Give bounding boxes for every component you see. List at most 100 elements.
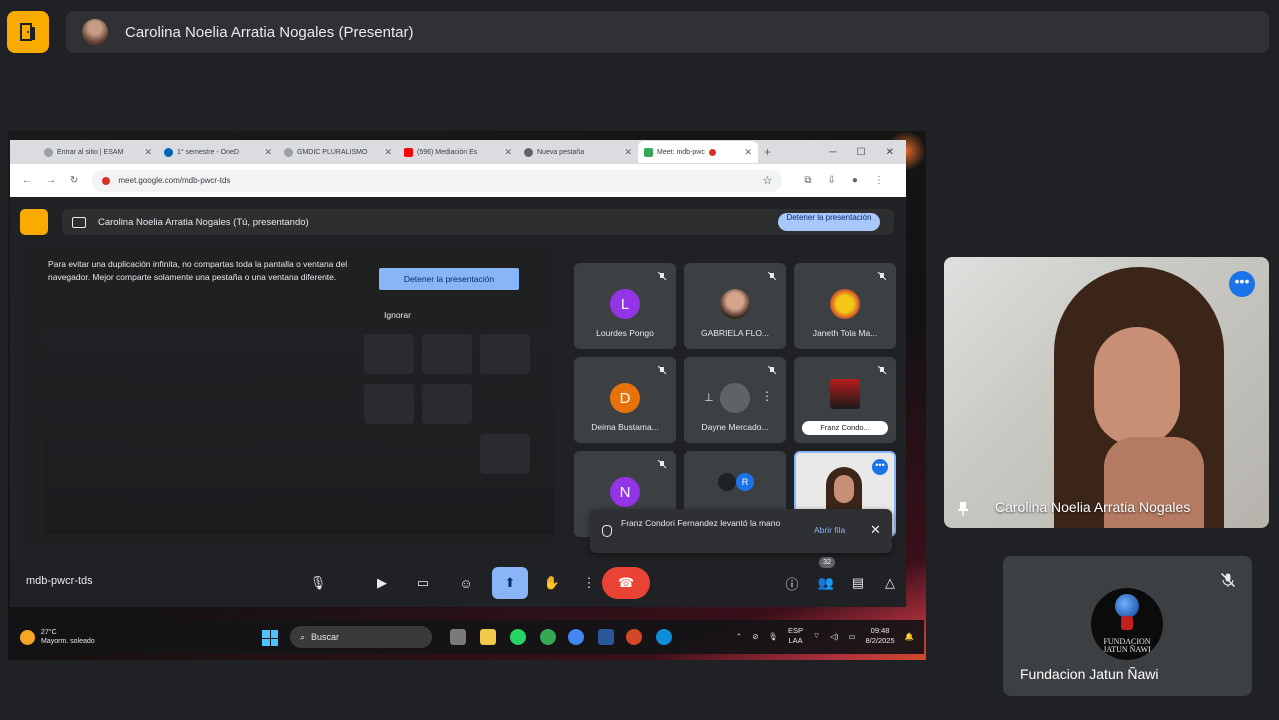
organization-logo: FUNDACION JATUN ÑAWI <box>1091 588 1163 660</box>
chrome-icon[interactable] <box>540 629 556 645</box>
blurred-tile <box>480 434 530 474</box>
close-tab-icon[interactable]: ✕ <box>264 147 272 158</box>
more-options-button[interactable]: ⋮ <box>573 567 605 599</box>
inner-presenter-bar: Carolina Noelia Arratia Nogales (Tú, pre… <box>62 209 894 235</box>
close-icon[interactable]: ✕ <box>870 522 881 538</box>
close-tab-icon[interactable]: ✕ <box>744 147 752 158</box>
wifi-icon[interactable]: ⌔ <box>813 631 820 641</box>
avatar <box>82 19 108 45</box>
camera-button[interactable]: ▶ <box>366 567 398 599</box>
close-window-icon[interactable]: ✕ <box>886 147 894 158</box>
whatsapp-icon[interactable] <box>510 629 526 645</box>
powerpoint-icon[interactable] <box>626 629 642 645</box>
more-options-icon[interactable]: ••• <box>872 459 888 475</box>
clock[interactable]: 09:48 8/2/2025 <box>865 626 894 646</box>
browser-tab[interactable]: Nueva pestaña ✕ <box>518 141 638 163</box>
downloads-icon[interactable]: ⇩ <box>828 175 836 186</box>
chrome-profile-icon[interactable] <box>568 629 584 645</box>
mic-off-icon <box>767 271 777 281</box>
address-bar[interactable]: meet.google.com/mdb-pwcr-tds ☆ <box>92 169 783 192</box>
avatar <box>720 289 750 319</box>
open-queue-link[interactable]: Abrir fila <box>814 525 845 535</box>
duplication-warning-panel: Para evitar una duplicación infinita, no… <box>24 244 554 544</box>
task-view-icon[interactable] <box>450 629 466 645</box>
language-top: ESP <box>788 626 804 635</box>
temperature: 27°C <box>41 629 57 636</box>
site-info-icon[interactable] <box>102 176 111 185</box>
participant-tile[interactable]: Franz Condo... <box>794 357 896 443</box>
close-tab-icon[interactable]: ✕ <box>624 147 632 158</box>
participant-tile[interactable]: Janeth Tola Ma... <box>794 263 896 349</box>
battery-icon[interactable]: ▭ <box>848 632 855 641</box>
participant-tile-organization[interactable]: FUNDACION JATUN ÑAWI Fundacion Jatun Ñaw… <box>1003 556 1252 696</box>
mic-tray-icon[interactable]: 🎙 <box>768 632 778 641</box>
avatar: N <box>610 477 640 507</box>
maximize-icon[interactable]: ☐ <box>857 147 866 158</box>
stop-presenting-button[interactable]: Detener la presentación <box>778 213 880 231</box>
new-tab-icon[interactable]: + <box>764 145 771 159</box>
browser-tab[interactable]: Entrar al sitio | ESAM ✕ <box>38 141 158 163</box>
minimize-icon[interactable]: ─ <box>830 147 837 158</box>
network-icon[interactable]: ⊘ <box>752 632 758 641</box>
meeting-code: mdb-pwcr-tds <box>26 575 93 587</box>
windows-start-icon[interactable] <box>262 630 278 646</box>
forward-icon[interactable]: → <box>46 175 56 186</box>
window-controls: ─ ☐ ✕ <box>830 147 906 158</box>
camera-face <box>834 475 854 503</box>
file-explorer-icon[interactable] <box>480 629 496 645</box>
extensions-icon[interactable]: ⧉ <box>804 175 811 186</box>
info-button[interactable]: ⓘ <box>776 567 808 599</box>
ignore-button[interactable]: Ignorar <box>384 310 411 320</box>
search-icon: ⌕ <box>300 631 306 642</box>
raise-hand-button[interactable]: ✋ <box>536 567 568 599</box>
date: 8/2/2025 <box>865 636 895 645</box>
captions-button[interactable]: ▭ <box>407 567 439 599</box>
word-icon[interactable] <box>598 629 614 645</box>
profile-icon[interactable]: ● <box>852 175 858 186</box>
participant-name: Dayne Mercado... <box>701 422 769 432</box>
close-tab-icon[interactable]: ✕ <box>504 147 512 158</box>
participant-name: Deima Bustama... <box>591 422 659 432</box>
edge-icon[interactable] <box>656 629 672 645</box>
chrome-icon <box>524 147 533 157</box>
stop-presentation-button[interactable]: Detener la presentación <box>379 268 519 290</box>
chat-button[interactable]: ▤ <box>842 567 874 599</box>
menu-dots-icon[interactable]: ⋮ <box>874 175 884 186</box>
browser-tab-strip: Entrar al sitio | ESAM ✕ 1° semestre - On… <box>10 140 906 164</box>
browser-tab[interactable]: (596) Mediación Es ✕ <box>398 141 518 163</box>
bookmark-star-icon[interactable]: ☆ <box>763 174 773 187</box>
language-indicator[interactable]: ESP LAA <box>788 626 803 646</box>
reload-icon[interactable]: ↻ <box>70 175 78 186</box>
close-tab-icon[interactable]: ✕ <box>384 147 392 158</box>
pin-icon[interactable] <box>958 502 968 516</box>
leave-call-button[interactable]: ☎ <box>602 567 650 599</box>
present-door-icon <box>20 23 35 41</box>
mic-off-icon <box>1220 572 1236 588</box>
presentation-logo-button[interactable] <box>7 11 49 53</box>
participant-tile[interactable]: GABRIELA FLO... <box>684 263 786 349</box>
browser-tab[interactable]: 1° semestre - OneD ✕ <box>158 141 278 163</box>
more-options-icon[interactable]: ••• <box>1229 271 1255 297</box>
activities-button[interactable]: △ <box>874 567 906 599</box>
people-button[interactable]: 👥 <box>810 567 842 599</box>
participant-tile[interactable]: ⊥ ⋮ Dayne Mercado... <box>684 357 786 443</box>
pin-icon[interactable]: ⊥ <box>704 391 714 404</box>
mic-off-icon <box>657 365 667 375</box>
weather-widget[interactable]: 27°C Mayorm. soleado <box>20 628 95 646</box>
microphone-button[interactable]: 🎙 <box>302 567 334 599</box>
close-tab-icon[interactable]: ✕ <box>144 147 152 158</box>
present-button[interactable]: ⬆ <box>492 567 528 599</box>
emoji-button[interactable]: ☺ <box>450 567 482 599</box>
chevron-up-icon[interactable]: ⌃ <box>736 632 742 641</box>
participant-camera-tile[interactable]: ••• Carolina Noelia Arratia Nogales <box>944 257 1269 528</box>
back-icon[interactable]: ← <box>22 175 32 186</box>
browser-tab[interactable]: GMDIC PLURALISMO ✕ <box>278 141 398 163</box>
notification-bell-icon[interactable]: 🔔 <box>905 632 914 641</box>
inner-presentation-logo[interactable] <box>20 209 48 235</box>
browser-tab-active[interactable]: Meet: mdb-pwc ✕ <box>638 141 758 163</box>
volume-icon[interactable]: ◁) <box>830 632 838 641</box>
participant-tile[interactable]: L Lourdes Pongo <box>574 263 676 349</box>
more-options-icon[interactable]: ⋮ <box>761 389 773 403</box>
taskbar-search[interactable]: ⌕ Buscar <box>290 626 432 648</box>
participant-tile[interactable]: D Deima Bustama... <box>574 357 676 443</box>
